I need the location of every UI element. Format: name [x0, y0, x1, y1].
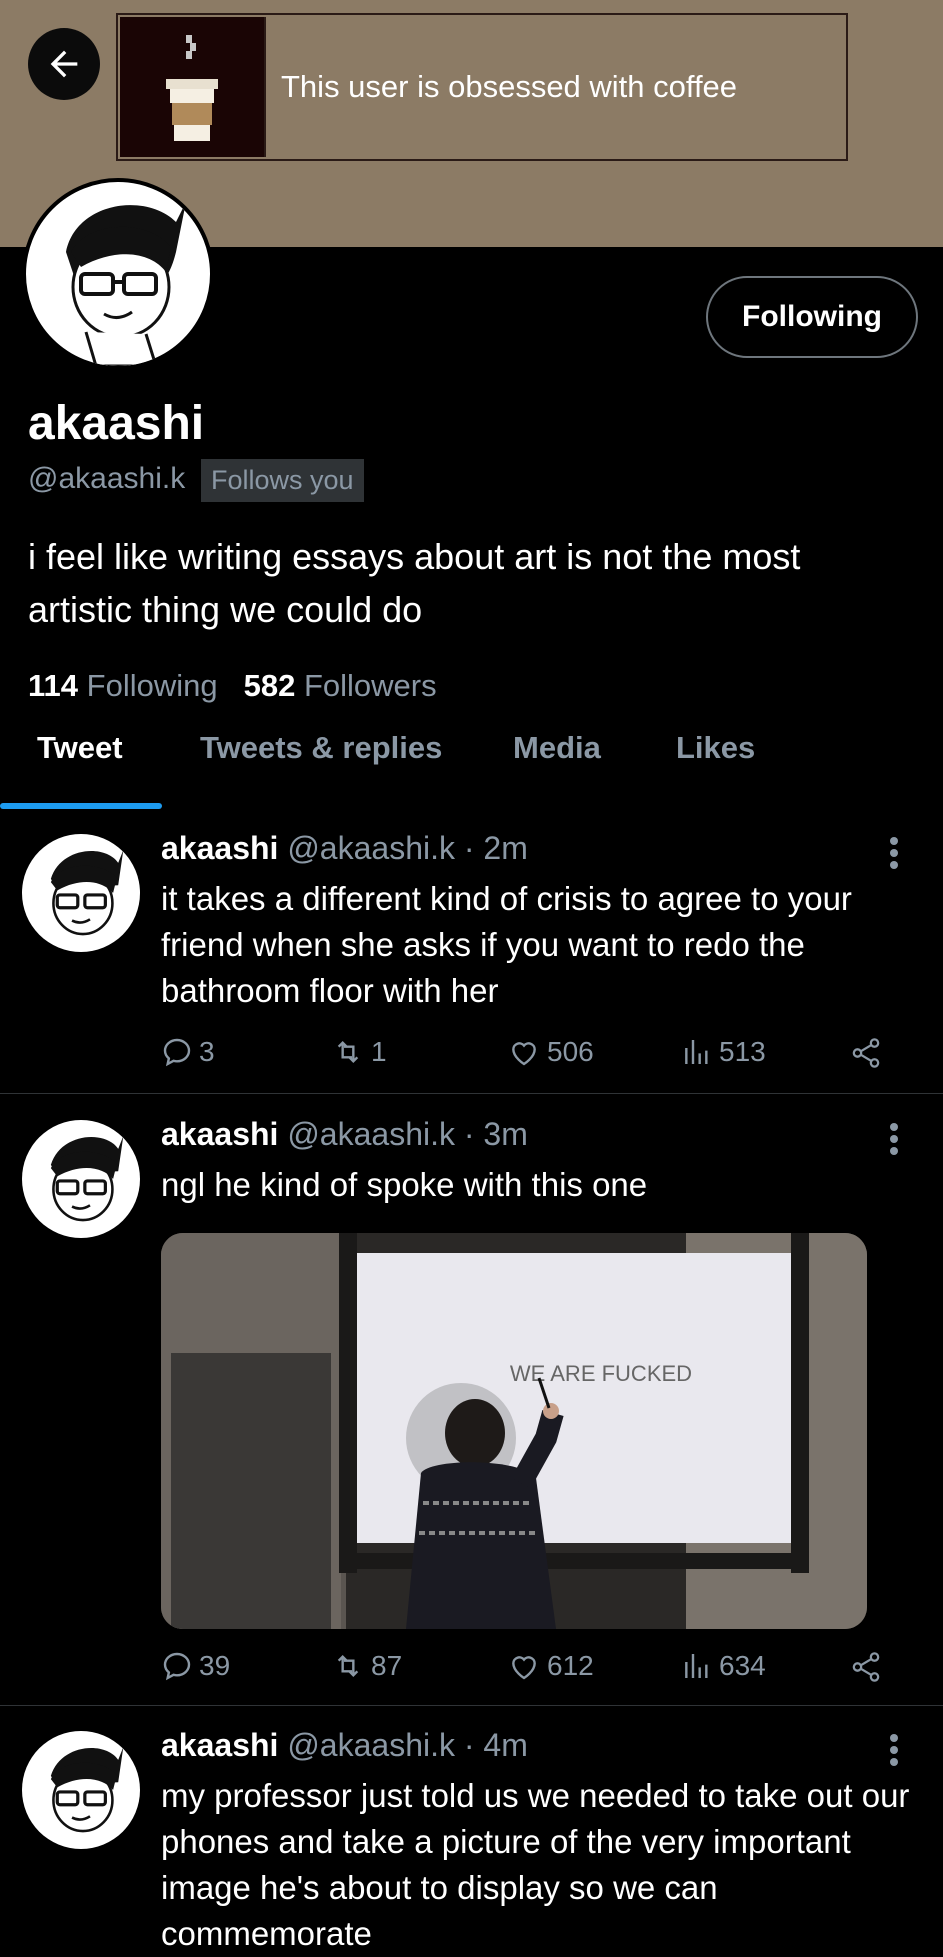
following-label: Following: [86, 668, 218, 703]
like-button[interactable]: 506: [507, 1036, 594, 1068]
tab-tweets-replies[interactable]: Tweets & replies: [200, 730, 442, 766]
views-chart-icon: [685, 1040, 708, 1064]
retweet-icon: [337, 1654, 359, 1678]
projector-caption: WE ARE FUCKED: [510, 1361, 692, 1386]
like-button[interactable]: 612: [507, 1650, 594, 1682]
tweet-header: akaashi @akaashi.k · 4m: [161, 1727, 528, 1764]
reply-icon: [163, 1038, 191, 1067]
profile-name: akaashi: [28, 397, 205, 450]
more-options-icon[interactable]: [882, 1733, 906, 1767]
heart-icon: [512, 1656, 536, 1680]
reply-button[interactable]: 3: [161, 1036, 215, 1068]
reply-count: 39: [199, 1650, 231, 1681]
tweet-meta: @akaashi.k · 2m: [287, 830, 528, 866]
userbox: This user is obsessed with coffee: [116, 13, 848, 161]
tweet-media-image[interactable]: WE ARE FUCKED: [161, 1233, 867, 1629]
tweet-header: akaashi @akaashi.k · 2m: [161, 830, 528, 867]
more-options-icon[interactable]: [882, 1122, 906, 1156]
tweet-divider: [0, 1093, 943, 1094]
arrow-left-icon: [50, 50, 78, 78]
back-button[interactable]: [28, 28, 100, 100]
reply-button[interactable]: 39: [161, 1650, 230, 1682]
share-icon: [852, 1652, 880, 1682]
tweet-author[interactable]: akaashi: [161, 830, 278, 866]
tab-media[interactable]: Media: [513, 730, 601, 766]
tweet-author[interactable]: akaashi: [161, 1727, 278, 1763]
retweet-icon: [337, 1040, 359, 1064]
following-button[interactable]: Following: [706, 276, 918, 358]
profile-handle: @akaashi.k: [28, 462, 186, 495]
tweet-actions: 39 87 612 634: [161, 1650, 921, 1690]
views-chart-icon: [685, 1654, 708, 1678]
heart-icon: [512, 1042, 536, 1066]
tweet-text: it takes a different kind of crisis to a…: [161, 880, 852, 1009]
profile-bio: i feel like writing essays about art is …: [28, 536, 801, 630]
tweet-text: ngl he kind of spoke with this one: [161, 1166, 648, 1203]
tweet-meta: @akaashi.k · 4m: [287, 1727, 528, 1763]
share-button[interactable]: [849, 1036, 883, 1070]
tweet-avatar[interactable]: [22, 1120, 140, 1238]
reply-icon: [163, 1652, 191, 1681]
userbox-text: This user is obsessed with coffee: [281, 69, 738, 104]
views-count: 634: [719, 1650, 766, 1681]
views-button[interactable]: 634: [681, 1650, 766, 1682]
tweet-avatar[interactable]: [22, 834, 140, 952]
tweet-actions: 3 1 506 513: [161, 1036, 921, 1076]
following-count: 114: [28, 668, 79, 703]
tweet-avatar[interactable]: [22, 1731, 140, 1849]
share-button[interactable]: [849, 1650, 883, 1684]
tweet-text: my professor just told us we needed to t…: [161, 1777, 910, 1952]
retweet-button[interactable]: 87: [331, 1650, 402, 1682]
followers-label: Followers: [303, 668, 437, 703]
tab-tweet[interactable]: Tweet: [37, 730, 123, 766]
profile-avatar[interactable]: [22, 178, 214, 370]
reply-count: 3: [199, 1036, 215, 1067]
following-stat[interactable]: 114 Following: [28, 668, 218, 703]
tweet-header: akaashi @akaashi.k · 3m: [161, 1116, 528, 1153]
views-count: 513: [719, 1036, 766, 1067]
retweet-count: 87: [371, 1650, 403, 1681]
followers-count: 582: [243, 668, 296, 703]
views-button[interactable]: 513: [681, 1036, 766, 1068]
tweet-divider: [0, 1705, 943, 1706]
share-icon: [852, 1038, 880, 1068]
retweet-button[interactable]: 1: [331, 1036, 387, 1068]
like-count: 506: [547, 1036, 594, 1067]
like-count: 612: [547, 1650, 594, 1681]
coffee-cup-icon: [120, 17, 266, 157]
tab-likes[interactable]: Likes: [676, 730, 755, 766]
retweet-count: 1: [371, 1036, 387, 1067]
follows-you-badge: Follows you: [201, 459, 364, 502]
tweet-author[interactable]: akaashi: [161, 1116, 278, 1152]
more-options-icon[interactable]: [882, 836, 906, 870]
followers-stat[interactable]: 582 Followers: [244, 668, 437, 703]
tweet-meta: @akaashi.k · 3m: [287, 1116, 528, 1152]
profile-tabs: Tweet Tweets & replies Media Likes: [0, 730, 943, 810]
active-tab-indicator: [0, 803, 162, 809]
profile-stats: 114 Following 582 Followers: [28, 668, 437, 704]
